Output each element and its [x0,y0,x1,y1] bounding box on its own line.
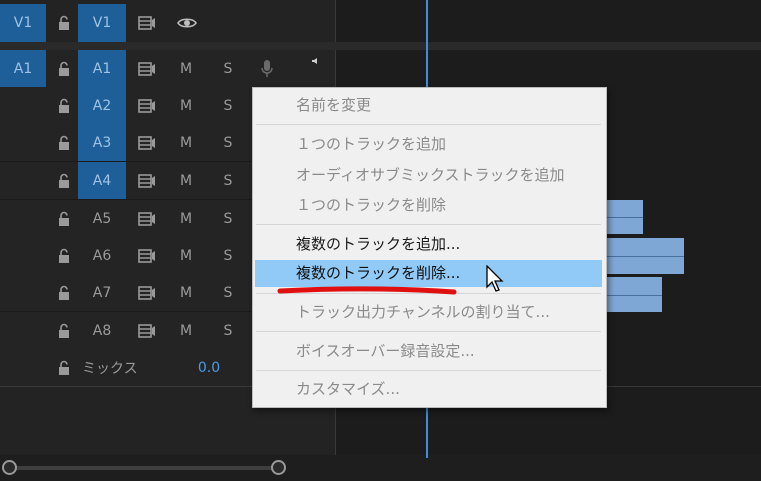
track-name: A1 [92,60,112,77]
mix-label: ミックス [82,360,138,377]
track-target-v1[interactable]: V1 [78,4,126,42]
lock-icon[interactable] [52,200,76,237]
lock-icon[interactable] [52,237,76,274]
audio-track-row: A1 A1 M S [0,50,335,88]
video-audio-divider [0,42,761,50]
lock-icon[interactable] [52,124,76,161]
menu-separator [256,224,601,225]
speaker-icon[interactable] [308,50,322,72]
mute-button[interactable]: M [174,274,198,311]
lock-icon[interactable] [52,87,76,124]
track-target-a8[interactable]: A8 [78,312,126,349]
eye-icon[interactable] [174,4,200,42]
solo-button[interactable]: S [216,162,240,199]
track-target-a7[interactable]: A7 [78,274,126,311]
scrollbar-right-handle[interactable] [271,460,286,475]
menu-item-customize[interactable]: カスタマイズ... [253,376,604,403]
scrollbar-thumb[interactable] [10,466,278,470]
source-patch-v1[interactable]: V1 [0,4,46,42]
track-target-a1[interactable]: A1 [78,50,126,87]
menu-item-add-submix-track[interactable]: オーディオサブミックストラックを追加 [253,162,604,189]
source-patch-a1[interactable]: A1 [0,50,46,87]
solo-button[interactable]: S [216,87,240,124]
track-name: A5 [92,210,112,227]
track-name: A7 [92,284,112,301]
mouse-cursor-icon [486,265,504,292]
track-name: V1 [92,15,112,31]
lock-icon[interactable] [52,349,76,386]
track-name: A8 [92,322,112,339]
audio-clip[interactable] [605,238,684,274]
mute-button[interactable]: M [174,237,198,274]
sync-lock-icon[interactable] [134,4,160,42]
track-target-a5[interactable]: A5 [78,200,126,237]
track-target-a6[interactable]: A6 [78,237,126,274]
mute-button[interactable]: M [174,124,198,161]
audio-clip[interactable] [605,277,662,312]
scrollbar-left-handle[interactable] [2,460,17,475]
solo-button[interactable]: S [216,312,240,349]
lock-icon[interactable] [52,4,76,42]
menu-separator [256,370,601,371]
sync-lock-icon[interactable] [134,312,160,349]
solo-button[interactable]: S [216,237,240,274]
track-name: A2 [92,97,112,114]
track-target-a2[interactable]: A2 [78,87,126,124]
track-target-a4[interactable]: A4 [78,162,126,199]
lock-icon[interactable] [52,50,76,87]
mute-button[interactable]: M [174,162,198,199]
red-underline-annotation [277,286,457,295]
mix-volume-value[interactable]: 0.0 [192,349,226,386]
solo-button[interactable]: S [216,50,240,87]
mute-button[interactable]: M [174,87,198,124]
sync-lock-icon[interactable] [134,274,160,311]
track-name: A4 [92,172,112,189]
lock-icon[interactable] [52,162,76,199]
mute-button[interactable]: M [174,200,198,237]
lock-icon[interactable] [52,312,76,349]
mute-button[interactable]: M [174,312,198,349]
menu-item-voiceover-settings[interactable]: ボイスオーバー録音設定... [253,338,604,365]
solo-button[interactable]: S [216,274,240,311]
sync-lock-icon[interactable] [134,237,160,274]
track-name: A3 [92,134,112,151]
video-track-v1-row: V1 V1 [0,4,335,42]
menu-item-rename[interactable]: 名前を変更 [253,92,604,119]
menu-item-delete-track[interactable]: １つのトラックを削除 [253,192,604,219]
solo-button[interactable]: S [216,200,240,237]
menu-item-assign-output-channels[interactable]: トラック出力チャンネルの割り当て... [253,299,604,326]
mute-button[interactable]: M [174,50,198,87]
sync-lock-icon[interactable] [134,200,160,237]
menu-item-delete-tracks[interactable]: 複数のトラックを削除... [255,260,602,287]
audio-clip[interactable] [605,200,643,234]
sync-lock-icon[interactable] [134,124,160,161]
source-patch-label: V1 [13,15,33,31]
source-patch-label: A1 [13,60,33,77]
solo-button[interactable]: S [216,124,240,161]
menu-item-add-track[interactable]: １つのトラックを追加 [253,131,604,158]
sync-lock-icon[interactable] [134,50,160,87]
sync-lock-icon[interactable] [134,162,160,199]
lock-icon[interactable] [52,274,76,311]
menu-item-add-tracks[interactable]: 複数のトラックを追加... [253,231,604,258]
sync-lock-icon[interactable] [134,87,160,124]
menu-separator [256,124,601,125]
track-context-menu: 名前を変更 １つのトラックを追加 オーディオサブミックストラックを追加 １つのト… [252,87,607,408]
menu-separator [256,331,601,332]
microphone-icon[interactable] [256,50,278,87]
track-target-a3[interactable]: A3 [78,124,126,161]
track-name: A6 [92,247,112,264]
